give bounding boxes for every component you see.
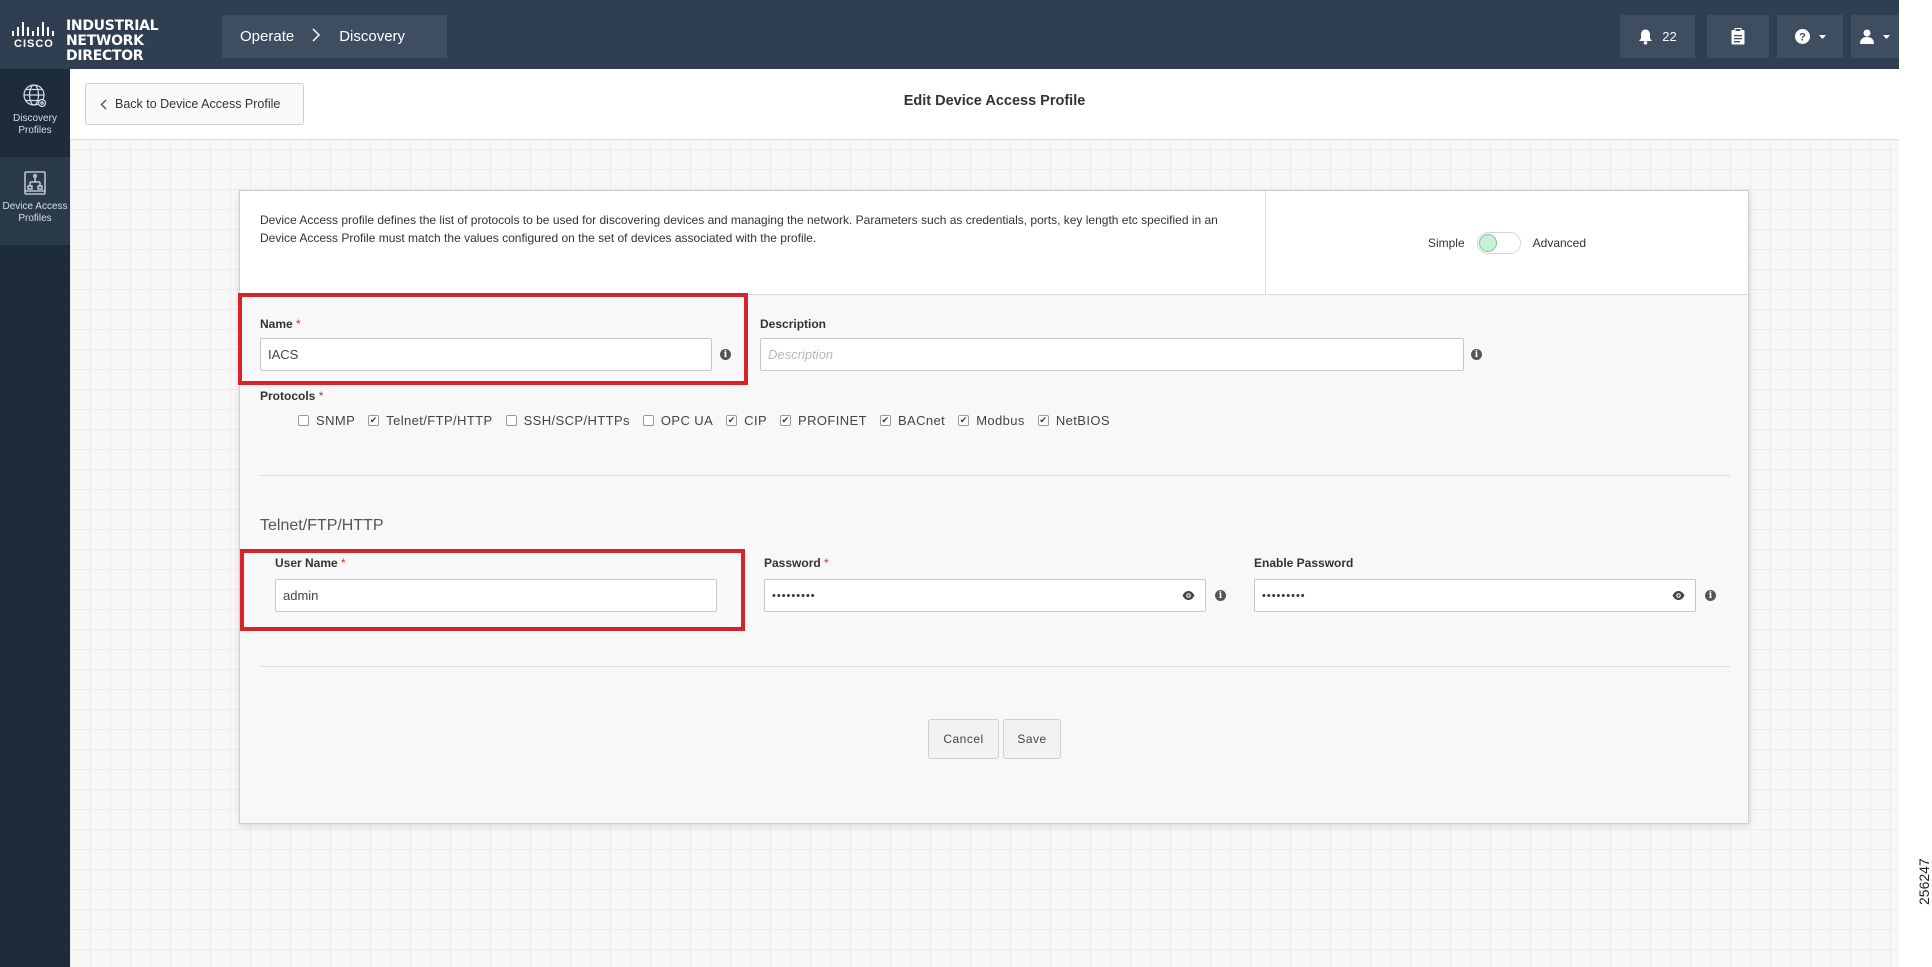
highlight-username-field: [240, 549, 745, 631]
info-icon[interactable]: i: [1705, 590, 1716, 601]
figure-id: 256247: [1916, 858, 1932, 905]
chevron-right-icon: [312, 28, 321, 45]
divider: [260, 475, 1730, 476]
page-title: Edit Device Access Profile: [903, 93, 1086, 109]
protocols-label: Protocols *: [260, 389, 323, 403]
simple-advanced-toggle[interactable]: [1476, 231, 1521, 254]
clipboard-icon: [1731, 28, 1745, 45]
checkbox-checked[interactable]: ✔: [1037, 415, 1049, 426]
protocol-label: NetBIOS: [1055, 413, 1110, 428]
checkbox-unchecked[interactable]: [505, 415, 517, 426]
divider: [260, 666, 1730, 667]
mode-simple-label: Simple: [1427, 235, 1465, 250]
protocol-label: PROFINET: [798, 413, 867, 428]
breadcrumb: Operate Discovery: [222, 15, 447, 58]
protocol-modbus[interactable]: ✔ Modbus: [958, 413, 1025, 428]
checkbox-checked[interactable]: ✔: [726, 415, 738, 426]
info-icon[interactable]: i: [1471, 349, 1482, 360]
checkbox-unchecked[interactable]: [642, 415, 654, 426]
logo-product-line1: INDUSTRIAL: [66, 18, 159, 34]
back-button-label: Back to Device Access Profile: [115, 97, 281, 111]
info-icon[interactable]: i: [1215, 590, 1226, 601]
eye-icon[interactable]: [1182, 589, 1195, 604]
mode-toggle-group: Simple Advanced: [1266, 191, 1748, 295]
sidebar-item-label: Profiles: [18, 213, 52, 224]
enable-password-input[interactable]: •••••••••: [1254, 579, 1696, 612]
left-sidebar: Discovery Profiles Device Access Profile…: [0, 69, 70, 967]
device-icon: [23, 171, 47, 201]
caret-down-icon: [1883, 34, 1890, 39]
protocol-label: Telnet/FTP/HTTP: [386, 413, 493, 428]
required-mark: *: [318, 389, 324, 403]
protocols-checkbox-group: SNMP ✔ Telnet/FTP/HTTP SSH/SCP/HTTPs OPC …: [298, 413, 1123, 428]
eye-icon[interactable]: [1672, 589, 1685, 604]
protocol-label: BACnet: [897, 413, 946, 428]
caret-down-icon: [1818, 34, 1826, 39]
breadcrumb-operate[interactable]: Operate: [222, 28, 312, 45]
sidebar-item-label: Device Access: [2, 201, 68, 212]
breadcrumb-discovery[interactable]: Discovery: [321, 28, 423, 45]
protocol-label: SSH/SCP/HTTPs: [523, 413, 630, 428]
globe-icon: [22, 83, 48, 113]
protocol-label: CIP: [744, 413, 768, 428]
logo-product-name: INDUSTRIAL NETWORK DIRECTOR: [66, 19, 192, 64]
checkbox-checked[interactable]: ✔: [368, 415, 380, 426]
checkbox-unchecked[interactable]: [298, 415, 309, 426]
section-title: Telnet/FTP/HTTP: [260, 517, 384, 534]
protocol-telnet[interactable]: ✔ Telnet/FTP/HTTP: [368, 413, 492, 428]
profile-form-card: Device Access profile defines the list o…: [238, 190, 1749, 824]
description-label: Description: [760, 317, 827, 331]
svg-text:?: ?: [1799, 32, 1806, 44]
sidebar-item-label: Discovery: [13, 113, 57, 124]
bell-icon: [1638, 29, 1653, 45]
chevron-left-icon: [100, 99, 107, 110]
checkbox-checked[interactable]: ✔: [879, 415, 891, 426]
protocol-label: SNMP: [316, 413, 356, 428]
sidebar-item-discovery-profiles[interactable]: Discovery Profiles: [0, 69, 70, 157]
enable-password-label: Enable Password: [1254, 556, 1354, 570]
password-label: Password *: [764, 556, 829, 570]
protocols-label-text: Protocols: [260, 389, 316, 403]
help-icon: ?: [1794, 29, 1810, 44]
sub-header: Edit Device Access Profile Back to Devic…: [70, 69, 1899, 140]
notifications-count: 22: [1662, 29, 1677, 44]
back-button[interactable]: Back to Device Access Profile: [85, 83, 304, 125]
user-icon: [1860, 29, 1874, 44]
description-input[interactable]: Description: [760, 338, 1464, 371]
user-menu-button[interactable]: [1851, 15, 1899, 58]
protocol-ssh[interactable]: SSH/SCP/HTTPs: [505, 413, 630, 428]
cisco-bars-icon: [12, 20, 58, 36]
clipboard-button[interactable]: [1707, 15, 1769, 58]
protocol-cip[interactable]: ✔ CIP: [726, 413, 767, 428]
enable-password-value: •••••••••: [1262, 589, 1306, 602]
logo-product-line2: NETWORK DIRECTOR: [66, 33, 144, 64]
cancel-button[interactable]: Cancel: [928, 719, 999, 759]
logo-brand: CISCO: [14, 38, 54, 50]
checkbox-checked[interactable]: ✔: [958, 415, 970, 426]
sidebar-item-device-access-profiles[interactable]: Device Access Profiles: [0, 157, 70, 245]
top-bar: CISCO INDUSTRIAL NETWORK DIRECTOR Operat…: [0, 0, 1899, 69]
sidebar-item-label: Profiles: [18, 125, 52, 136]
protocol-bacnet[interactable]: ✔ BACnet: [879, 413, 946, 428]
intro-text: Device Access profile defines the list o…: [240, 191, 1266, 295]
help-menu-button[interactable]: ?: [1777, 15, 1843, 58]
cisco-logo[interactable]: CISCO INDUSTRIAL NETWORK DIRECTOR: [12, 16, 192, 64]
notifications-button[interactable]: 22: [1620, 15, 1695, 58]
protocol-label: OPC UA: [660, 413, 714, 428]
checkbox-checked[interactable]: ✔: [780, 415, 792, 426]
protocol-opcua[interactable]: OPC UA: [642, 413, 714, 428]
protocol-netbios[interactable]: ✔ NetBIOS: [1037, 413, 1110, 428]
toggle-knob: [1478, 233, 1497, 252]
protocol-label: Modbus: [976, 413, 1025, 428]
required-mark: *: [824, 556, 829, 570]
password-value: •••••••••: [772, 589, 816, 602]
password-label-text: Password: [764, 556, 821, 570]
mode-advanced-label: Advanced: [1532, 235, 1587, 250]
highlight-name-field: [238, 293, 748, 385]
protocol-snmp[interactable]: SNMP: [298, 413, 355, 428]
password-input[interactable]: •••••••••: [764, 579, 1206, 612]
save-button[interactable]: Save: [1003, 719, 1061, 759]
protocol-profinet[interactable]: ✔ PROFINET: [780, 413, 867, 428]
